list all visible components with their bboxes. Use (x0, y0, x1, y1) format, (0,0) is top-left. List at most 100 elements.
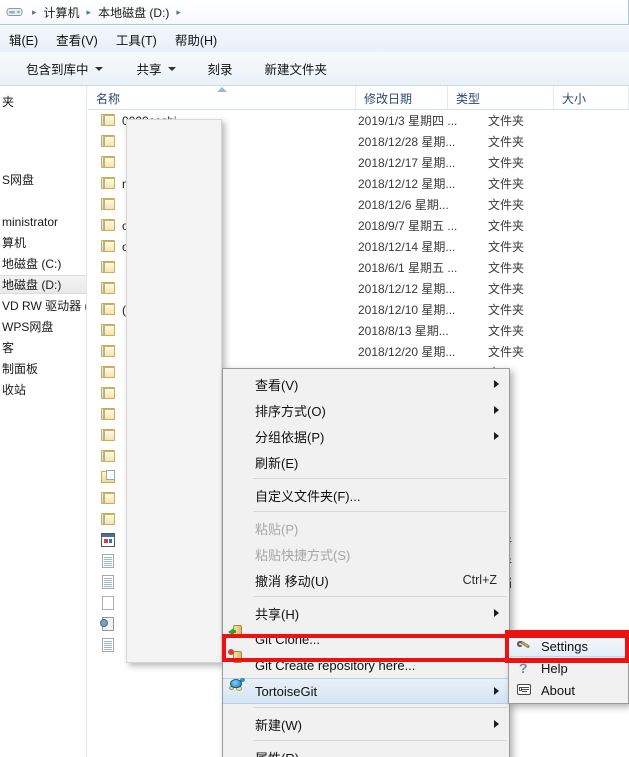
cmd-share[interactable]: 共享 (127, 55, 186, 82)
nav-item-9[interactable]: 制面板 (0, 359, 87, 378)
nav-item-label: 算机 (2, 236, 27, 250)
breadcrumb-computer[interactable]: 计算机 (41, 3, 83, 22)
menu-view[interactable]: 查看(V) (47, 27, 107, 52)
chevron-right-icon (494, 380, 499, 388)
folder-icon (100, 259, 117, 275)
folder-icon (100, 280, 117, 296)
nav-item-7[interactable]: WPS网盘 (0, 317, 87, 336)
menu-separator (253, 511, 507, 512)
cmd-burn[interactable]: 刻录 (198, 55, 243, 82)
breadcrumb-separator-2[interactable]: ▸ (172, 7, 185, 18)
nav-item-0[interactable]: 夹 (0, 92, 87, 111)
context-menu-item-label: 分组依据(P) (255, 429, 325, 445)
chevron-right-icon (494, 432, 499, 440)
column-header-3[interactable]: 大小 (554, 86, 629, 110)
folder-icon (100, 511, 117, 527)
column-header-2[interactable]: 类型 (448, 86, 554, 110)
column-header-label: 名称 (96, 91, 121, 106)
folder-icon (100, 196, 117, 212)
file-type: 文件夹 (488, 156, 525, 170)
file-modified-date: 2018/12/12 星期... (358, 177, 456, 191)
context-menu-item-label: 刷新(E) (255, 455, 299, 471)
folder-doc-icon (100, 469, 117, 485)
nav-item-5[interactable]: 地磁盘 (D:) (0, 275, 87, 294)
menu-separator (253, 740, 507, 741)
breadcrumb-local-disk-d[interactable]: 本地磁盘 (D:) (95, 3, 172, 22)
file-type: 文件夹 (488, 345, 525, 359)
folder-icon (100, 406, 117, 422)
context-menu-item-4[interactable]: 自定义文件夹(F)... (223, 482, 509, 508)
chevron-down-icon (94, 66, 103, 71)
nav-item-4[interactable]: 地磁盘 (C:) (0, 254, 87, 273)
about-icon (516, 682, 533, 698)
menu-help[interactable]: 帮助(H) (166, 27, 226, 52)
context-menu-item-label: 新建(W) (255, 717, 302, 733)
context-menu-item-label: TortoiseGit (255, 683, 318, 699)
nav-item-2[interactable]: ministrator (0, 212, 87, 231)
git-clone-icon (228, 623, 245, 639)
folder-icon (100, 133, 117, 149)
breadcrumb-separator-0[interactable]: ▸ (28, 7, 41, 18)
file-modified-date: 2018/8/13 星期... (358, 324, 449, 338)
nav-item-1[interactable]: S网盘 (0, 170, 87, 189)
context-menu-item-0[interactable]: 查看(V) (223, 371, 509, 397)
folder-icon (100, 490, 117, 506)
submenu-item-label: Help (541, 660, 568, 676)
file-type: 文件夹 (488, 240, 525, 254)
chevron-right-icon (494, 406, 499, 414)
nav-item-label: 夹 (2, 95, 15, 109)
file-type: 文件夹 (488, 219, 525, 233)
column-header-1[interactable]: 修改日期 (356, 86, 448, 110)
pane-divider[interactable] (86, 86, 87, 757)
help-icon: ? (519, 660, 528, 676)
folder-icon (100, 448, 117, 464)
menu-edit[interactable]: 辑(E) (0, 27, 47, 52)
folder-icon (100, 175, 117, 191)
breadcrumb-separator-1[interactable]: ▸ (83, 7, 96, 18)
context-menu-item-12[interactable]: 新建(W) (223, 711, 509, 737)
submenu-item-2[interactable]: About (509, 679, 628, 701)
nav-item-label: 地磁盘 (D:) (2, 278, 62, 292)
file-type: 文件夹 (488, 198, 525, 212)
folder-icon (100, 217, 117, 233)
chevron-right-icon (494, 720, 499, 728)
context-menu-item-label: 共享(H) (255, 606, 300, 622)
nav-item-label: S网盘 (2, 173, 35, 187)
column-header-label: 类型 (456, 91, 481, 106)
address-bar[interactable]: ▸ 计算机 ▸ 本地磁盘 (D:) ▸ (0, 0, 629, 25)
chevron-right-icon (494, 687, 499, 695)
wrench-icon (516, 639, 533, 655)
chevron-right-icon (494, 609, 499, 617)
context-menu-item-9[interactable]: Git Clone... (223, 623, 509, 652)
menu-tools[interactable]: 工具(T) (107, 27, 166, 52)
file-type: 文件夹 (488, 282, 525, 296)
submenu-item-1[interactable]: ? Help (509, 657, 628, 679)
context-menu-item-3[interactable]: 刷新(E) (223, 449, 509, 475)
context-menu-item-2[interactable]: 分组依据(P) (223, 423, 509, 449)
context-menu-item-8[interactable]: 共享(H) (223, 600, 509, 626)
blank-page-icon (100, 595, 117, 611)
file-modified-date: 2018/12/6 星期... (358, 198, 449, 212)
file-modified-date: 2018/12/10 星期... (358, 303, 456, 317)
context-menu-item-11[interactable]: TortoiseGit (223, 678, 509, 704)
menu-separator (253, 707, 507, 708)
context-menu-item-13[interactable]: 属性(R) (223, 744, 509, 757)
nav-item-3[interactable]: 算机 (0, 233, 87, 252)
nav-item-6[interactable]: VD RW 驱动器 ( (0, 296, 87, 315)
white-overlay-panel (126, 119, 222, 663)
document-icon (100, 553, 117, 569)
nav-item-10[interactable]: 收站 (0, 380, 87, 399)
cmd-new-folder[interactable]: 新建文件夹 (255, 55, 338, 82)
context-menu-item-1[interactable]: 排序方式(O) (223, 397, 509, 423)
context-menu-item-label: 自定义文件夹(F)... (255, 488, 361, 504)
nav-item-label: VD RW 驱动器 ( (2, 299, 87, 313)
context-menu-item-10[interactable]: Git Create repository here... (223, 649, 509, 678)
context-menu-item-7[interactable]: 撤消 移动(U) Ctrl+Z (223, 567, 509, 593)
submenu-item-0[interactable]: Settings (509, 635, 628, 657)
drive-icon (6, 5, 24, 19)
folder-icon (100, 364, 117, 380)
nav-item-8[interactable]: 客 (0, 338, 87, 357)
file-type: 文件夹 (488, 303, 525, 317)
column-header-label: 大小 (562, 91, 587, 106)
cmd-include-in-library[interactable]: 包含到库中 (16, 55, 113, 82)
